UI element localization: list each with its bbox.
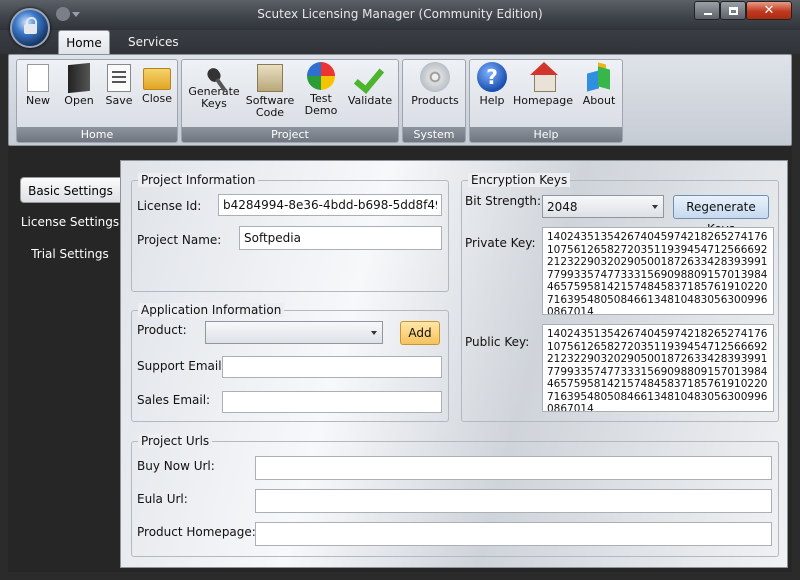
new-button[interactable]: New	[21, 62, 55, 107]
close-window-button[interactable]: ✕	[746, 1, 792, 20]
disc-icon	[420, 62, 450, 92]
chevron-down-icon	[652, 205, 658, 209]
eula-url-input[interactable]	[255, 489, 772, 513]
bit-strength-value: 2048	[547, 200, 578, 214]
main-area: Basic Settings License Settings Trial Se…	[8, 146, 792, 572]
chevron-down-icon	[371, 331, 377, 335]
ribbon-group-title: System	[403, 127, 465, 142]
about-label: About	[582, 94, 616, 107]
ribbon-group-help: ? Help Homepage About Help	[469, 59, 623, 143]
ribbon-tab-strip: Home Services	[0, 30, 800, 54]
close-button[interactable]: Close	[139, 62, 175, 105]
help-icon: ?	[477, 62, 507, 92]
group-legend: Encryption Keys	[468, 173, 571, 187]
help-button[interactable]: ? Help	[474, 62, 510, 107]
minimize-icon	[704, 13, 712, 15]
key-icon	[205, 65, 223, 85]
about-button[interactable]: About	[578, 62, 620, 107]
validate-label: Validate	[347, 94, 393, 107]
test-demo-button[interactable]: Test Demo	[298, 62, 344, 117]
test-demo-icon	[307, 62, 335, 90]
ribbon-group-title: Project	[182, 127, 398, 142]
project-urls-group: Project Urls Buy Now Url: Eula Url: Prod…	[131, 434, 779, 557]
support-email-input[interactable]	[222, 356, 442, 378]
tab-services[interactable]: Services	[116, 30, 191, 54]
new-file-icon	[27, 64, 49, 92]
project-name-input[interactable]	[239, 226, 442, 250]
about-icon	[584, 62, 614, 92]
ribbon-group-project: Generate Keys Software Code Test Demo Va…	[181, 59, 399, 143]
settings-panel: Project Information License Id: Project …	[120, 160, 788, 568]
tab-license-settings[interactable]: License Settings	[20, 209, 120, 235]
support-email-label: Support Email:	[137, 359, 226, 373]
generate-keys-button[interactable]: Generate Keys	[186, 62, 242, 110]
ribbon-group-home: New Open Save Close Home	[16, 59, 178, 143]
test-demo-label: Test Demo	[304, 92, 338, 117]
homepage-button[interactable]: Homepage	[512, 62, 574, 107]
regenerate-keys-button[interactable]: Regenerate Keys	[673, 195, 769, 236]
ribbon-group-title: Home	[17, 127, 177, 142]
encryption-keys-group: Encryption Keys Bit Strength: 2048 Regen…	[461, 173, 779, 422]
ribbon: New Open Save Close Home Generate Keys S…	[8, 54, 792, 146]
private-key-textarea[interactable]: 1402435135426740459742182652741761075612…	[542, 227, 774, 315]
product-homepage-label: Product Homepage:	[137, 525, 256, 539]
lock-icon	[24, 17, 37, 34]
license-id-label: License Id:	[137, 199, 202, 213]
license-id-input[interactable]	[218, 194, 442, 216]
application-menu-button[interactable]	[10, 8, 50, 48]
homepage-label: Homepage	[513, 94, 573, 107]
product-label: Product:	[137, 323, 187, 337]
product-select[interactable]	[205, 321, 383, 344]
tab-basic-settings[interactable]: Basic Settings	[20, 177, 120, 203]
minimize-button[interactable]	[694, 1, 720, 20]
save-button[interactable]: Save	[101, 62, 137, 107]
ribbon-group-system: Products System	[402, 59, 466, 143]
checkmark-icon	[355, 62, 385, 92]
save-label: Save	[105, 94, 133, 107]
private-key-label: Private Key:	[465, 236, 536, 250]
application-information-group: Application Information Product: Add Sup…	[131, 303, 449, 422]
bit-strength-label: Bit Strength:	[465, 194, 542, 208]
group-legend: Project Information	[138, 173, 259, 187]
open-label: Open	[64, 94, 94, 107]
maximize-icon	[729, 7, 738, 15]
tab-trial-settings[interactable]: Trial Settings	[20, 241, 120, 267]
software-code-icon	[257, 64, 283, 92]
open-button[interactable]: Open	[59, 62, 99, 107]
generate-keys-label: Generate Keys	[188, 85, 240, 110]
close-icon: ✕	[763, 3, 775, 18]
product-homepage-input[interactable]	[255, 522, 772, 546]
window-title: Scutex Licensing Manager (Community Edit…	[257, 7, 543, 21]
project-information-group: Project Information License Id: Project …	[131, 173, 449, 292]
add-product-button[interactable]: Add	[400, 321, 440, 345]
validate-button[interactable]: Validate	[344, 62, 396, 107]
new-label: New	[26, 94, 50, 107]
public-key-label: Public Key:	[465, 335, 530, 349]
bit-strength-select[interactable]: 2048	[542, 195, 664, 218]
software-code-button[interactable]: Software Code	[242, 62, 298, 119]
home-icon	[528, 62, 558, 92]
public-key-textarea[interactable]: 1402435135426740459742182652741761075612…	[542, 324, 774, 412]
ribbon-group-title: Help	[470, 127, 622, 142]
group-legend: Application Information	[138, 303, 285, 317]
close-folder-icon	[143, 68, 171, 90]
buy-now-url-label: Buy Now Url:	[137, 459, 215, 473]
products-button[interactable]: Products	[407, 62, 463, 107]
help-label: Help	[479, 94, 505, 107]
group-legend: Project Urls	[138, 434, 213, 448]
software-code-label: Software Code	[245, 94, 295, 119]
project-name-label: Project Name:	[137, 233, 222, 247]
maximize-button[interactable]	[720, 1, 746, 20]
tab-home[interactable]: Home	[58, 30, 110, 54]
buy-now-url-input[interactable]	[255, 456, 772, 480]
close-label: Close	[142, 92, 172, 105]
eula-url-label: Eula Url:	[137, 492, 188, 506]
title-bar: Scutex Licensing Manager (Community Edit…	[0, 0, 800, 30]
products-label: Products	[411, 94, 459, 107]
save-icon	[107, 64, 131, 92]
sales-email-input[interactable]	[222, 391, 442, 413]
open-folder-icon	[68, 62, 90, 94]
sales-email-label: Sales Email:	[137, 393, 211, 407]
